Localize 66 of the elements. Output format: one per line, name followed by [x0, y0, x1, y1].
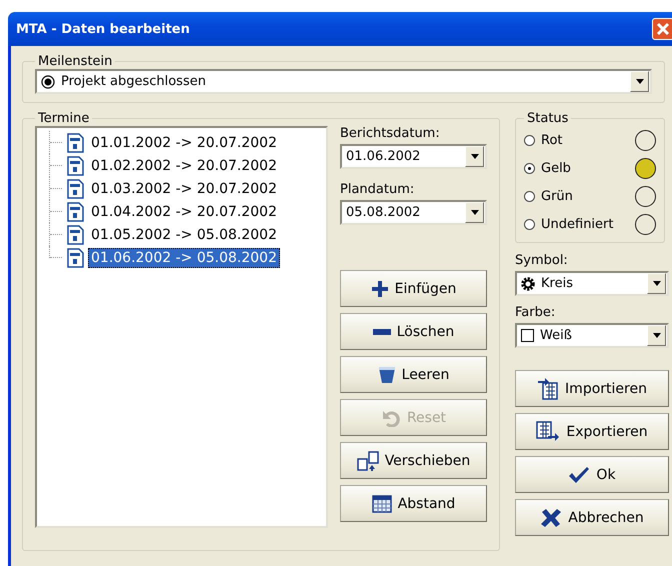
bucket-icon — [378, 366, 396, 384]
undo-icon — [380, 408, 401, 426]
color-dropdown[interactable]: Weiß — [515, 323, 669, 348]
gear-icon — [521, 276, 535, 290]
dialog-button[interactable]: Exportieren — [515, 413, 669, 450]
caret-icon — [470, 210, 478, 215]
action-button[interactable]: Einfügen — [340, 270, 487, 307]
table-export-icon — [536, 420, 560, 442]
radio-label: Undefiniert — [541, 216, 614, 232]
dropdown-value: 01.06.2002 — [346, 149, 422, 164]
window-title: MTA - Daten bearbeiten — [16, 22, 191, 36]
documents-icon — [356, 450, 379, 470]
dropdown-value: 05.08.2002 — [346, 205, 422, 220]
radio-button[interactable] — [524, 218, 535, 230]
radio-label: Grün — [541, 188, 574, 204]
dropdown-button[interactable] — [465, 202, 484, 223]
milestone-icon — [41, 74, 55, 88]
table-import-icon — [537, 378, 560, 400]
caret-icon — [636, 79, 644, 84]
dropdown-value: Projekt abgeschlossen — [61, 74, 207, 89]
action-button[interactable]: Abstand — [340, 485, 487, 522]
radio-button[interactable] — [524, 162, 535, 174]
tree-item[interactable]: 01.02.2002 -> 20.07.2002 — [88, 156, 280, 176]
tree-item[interactable]: 01.06.2002 -> 05.08.2002 — [88, 248, 280, 268]
tree-item[interactable]: 01.03.2002 -> 20.07.2002 — [88, 178, 280, 198]
radio-label: Rot — [541, 132, 564, 148]
radio-button[interactable] — [524, 134, 535, 146]
dialog-button[interactable]: Ok — [515, 456, 669, 493]
dropdown-button[interactable] — [647, 273, 666, 294]
plus-icon — [370, 280, 389, 298]
caret-icon — [470, 154, 478, 159]
radio-label: Gelb — [541, 160, 572, 176]
dropdown-button[interactable] — [465, 146, 484, 167]
caret-icon — [652, 281, 660, 286]
action-button[interactable]: Verschieben — [340, 442, 487, 479]
dialog-button[interactable]: Importieren — [515, 370, 669, 407]
field-label: Symbol: — [515, 253, 569, 268]
tree-item[interactable]: 01.01.2002 -> 20.07.2002 — [88, 132, 280, 152]
group-label: Meilenstein — [37, 54, 114, 69]
tree-item[interactable]: 01.05.2002 -> 05.08.2002 — [88, 224, 280, 244]
field-label: Farbe: — [515, 305, 556, 320]
dropdown-button[interactable] — [630, 71, 649, 92]
field-label: Berichtsdatum: — [340, 126, 441, 141]
milestone-dropdown[interactable]: Projekt abgeschlossen — [35, 69, 652, 94]
report-date-dropdown[interactable]: 01.06.2002 — [340, 144, 487, 169]
dropdown-button[interactable] — [647, 325, 666, 346]
dropdown-value: Weiß — [540, 328, 573, 343]
dropdown-value: Kreis — [541, 276, 574, 291]
minus-icon — [372, 328, 391, 336]
checkmark-icon — [568, 466, 590, 484]
caret-icon — [652, 333, 660, 338]
dialog-button[interactable]: Abbrechen — [515, 499, 669, 536]
tree-item[interactable]: 01.04.2002 -> 20.07.2002 — [88, 202, 280, 222]
group-label: Termine — [37, 111, 90, 126]
radio-button[interactable] — [524, 190, 535, 202]
color-swatch — [521, 329, 534, 342]
plan-date-dropdown[interactable]: 05.08.2002 — [340, 200, 487, 225]
close-button[interactable] — [652, 18, 672, 40]
cross-icon — [540, 508, 562, 528]
calendar-icon — [372, 494, 392, 512]
field-label: Plandatum: — [340, 182, 416, 197]
group-label: Status — [526, 111, 570, 126]
action-button[interactable]: Leeren — [340, 356, 487, 393]
action-button[interactable]: Löschen — [340, 313, 487, 350]
symbol-dropdown[interactable]: Kreis — [515, 271, 669, 296]
close-icon — [656, 22, 670, 36]
